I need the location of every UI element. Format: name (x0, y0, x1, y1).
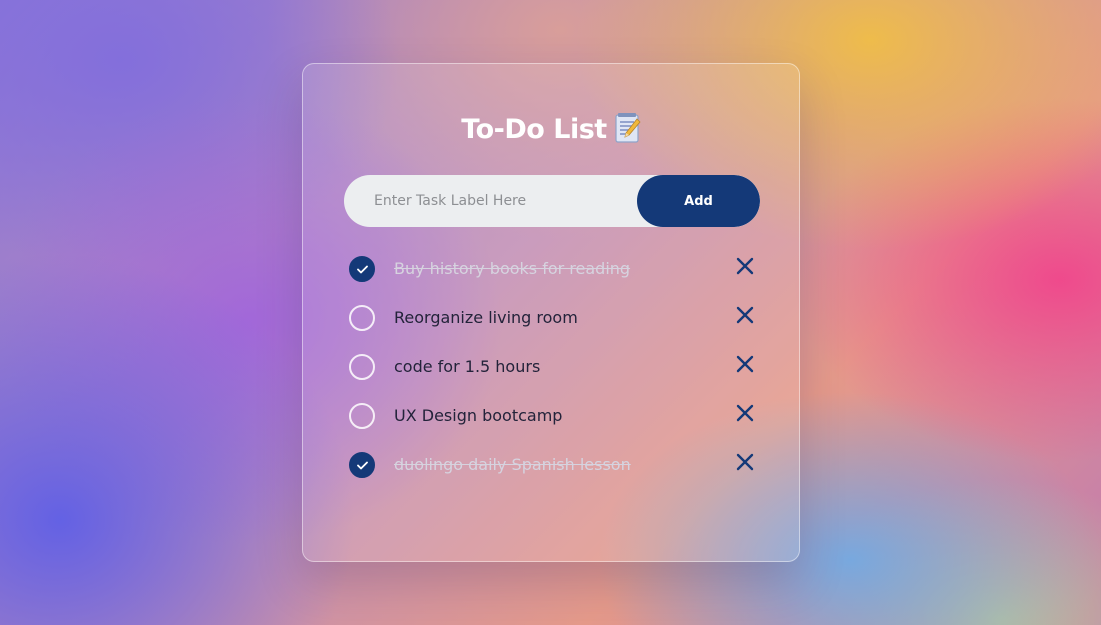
checkmark-icon (357, 265, 368, 274)
close-icon (736, 453, 754, 471)
memo-icon (615, 112, 641, 143)
task-checkbox[interactable] (349, 452, 375, 478)
close-icon (736, 355, 754, 373)
task-input-row: Add (344, 175, 760, 227)
task-checkbox[interactable] (349, 403, 375, 429)
todo-card: To-Do List Add Buy history books for rea… (302, 63, 800, 562)
delete-button[interactable] (733, 254, 757, 278)
task-list: Buy history books for reading Reorganize … (349, 254, 761, 499)
task-checkbox[interactable] (349, 354, 375, 380)
checkmark-icon (357, 461, 368, 470)
close-icon (736, 257, 754, 275)
list-item[interactable]: UX Design bootcamp (349, 401, 761, 450)
task-label: Reorganize living room (394, 308, 578, 327)
task-label: code for 1.5 hours (394, 357, 541, 376)
task-checkbox[interactable] (349, 305, 375, 331)
close-icon (736, 306, 754, 324)
page-title: To-Do List (303, 112, 799, 148)
task-input[interactable] (344, 175, 644, 227)
list-item[interactable]: duolingo daily Spanish lesson (349, 450, 761, 499)
title-text: To-Do List (461, 114, 607, 145)
delete-button[interactable] (733, 450, 757, 474)
list-item[interactable]: Buy history books for reading (349, 254, 761, 303)
task-checkbox[interactable] (349, 256, 375, 282)
delete-button[interactable] (733, 401, 757, 425)
add-button[interactable]: Add (637, 175, 760, 227)
delete-button[interactable] (733, 303, 757, 327)
task-label: Buy history books for reading (394, 259, 631, 278)
task-label: UX Design bootcamp (394, 406, 563, 425)
list-item[interactable]: Reorganize living room (349, 303, 761, 352)
list-item[interactable]: code for 1.5 hours (349, 352, 761, 401)
delete-button[interactable] (733, 352, 757, 376)
task-label: duolingo daily Spanish lesson (394, 455, 631, 474)
close-icon (736, 404, 754, 422)
